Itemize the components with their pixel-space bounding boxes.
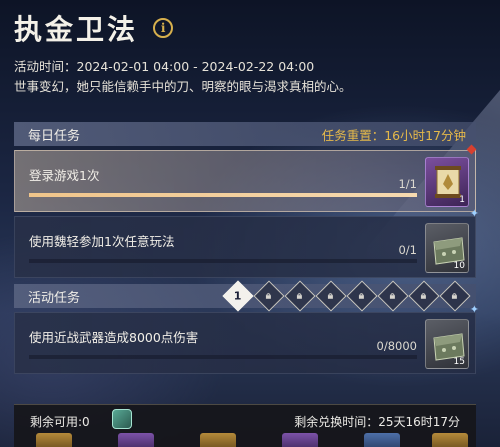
lock-icon: 🔒︎ [359,290,365,302]
shop-item[interactable] [118,433,154,447]
reset-timer: 任务重置：16小时17分钟 [321,127,466,143]
stage-locked[interactable]: 🔒︎ [377,280,409,312]
reward-item[interactable]: 1 [425,157,469,207]
daily-task-row[interactable]: 使用魏轻参加1次任意玩法 0/1 10 ✦ [14,207,479,278]
stage-locked[interactable]: 🔒︎ [284,280,316,312]
lock-icon: 🔒︎ [297,290,303,302]
daily-section-header: 每日任务 任务重置：16小时17分钟 [14,122,476,146]
stage-number: 1 [234,289,242,303]
task-name: 登录游戏1次 [29,168,100,183]
stage-track: 1 🔒︎ 🔒︎ 🔒︎ 🔒︎ 🔒︎ 🔒︎ 🔒︎ [222,280,471,312]
reward-count: 15 [453,357,465,367]
event-description: 世事变幻，她只能信赖手中的刀、明察的眼与渴求真相的心。 [14,79,352,94]
task-name: 使用近战武器造成8000点伤害 [29,330,199,345]
stage-locked[interactable]: 🔒︎ [315,280,347,312]
stage-locked[interactable]: 🔒︎ [346,280,378,312]
notification-dot [466,144,477,155]
daily-task-panel: 每日任务 任务重置：16小时17分钟 登录游戏1次 1/1 1 使用魏轻参加1次… [14,122,479,278]
progress-bar [29,259,417,263]
remaining-currency: 剩余可用:0 [30,415,90,429]
info-icon[interactable]: i [153,18,174,38]
reward-item[interactable]: 15 [425,319,469,369]
event-task-panel: 活动任务 1 🔒︎ 🔒︎ 🔒︎ 🔒︎ 🔒︎ 🔒︎ 🔒︎ 使用近战武器造成8000点伤害 0/8… [14,280,479,374]
task-progress-text: 1/1 [398,177,417,191]
page-title: 执金卫法 [14,13,139,46]
progress-bar [29,193,417,197]
event-section-title: 活动任务 [28,290,81,306]
stage-locked[interactable]: 🔒︎ [253,280,285,312]
reward-count: 10 [453,261,465,271]
task-name: 使用魏轻参加1次任意玩法 [29,234,175,249]
lock-icon: 🔒︎ [328,290,334,302]
exchange-bar: 剩余可用:0 剩余兑换时间：25天16时17分 [14,404,476,447]
shop-item[interactable] [282,433,318,447]
stage-locked[interactable]: 🔒︎ [408,280,440,312]
daily-section-title: 每日任务 [28,128,81,144]
butterfly-icon: ✦ [469,303,479,316]
reward-count: 1 [459,195,465,205]
reward-item[interactable]: 10 [425,223,469,273]
exchange-time-remaining: 剩余兑换时间：25天16时17分 [294,415,460,429]
butterfly-icon: ✦ [469,207,479,220]
event-task-row[interactable]: 使用近战武器造成8000点伤害 0/8000 15 ✦ [14,303,479,374]
shop-item[interactable] [200,433,236,447]
stage-locked[interactable]: 🔒︎ [439,280,471,312]
jade-token-icon [112,409,132,429]
stage-current[interactable]: 1 [222,280,254,312]
event-section-header: 活动任务 1 🔒︎ 🔒︎ 🔒︎ 🔒︎ 🔒︎ 🔒︎ 🔒︎ [14,280,476,312]
daily-task-row[interactable]: 登录游戏1次 1/1 1 [14,144,477,212]
shop-item[interactable] [364,433,400,447]
progress-bar [29,355,417,359]
event-time: 活动时间：2024-02-01 04:00 - 2024-02-22 04:00 [14,59,315,74]
event-header: 执金卫法 i [14,8,174,48]
progress-bar-fill [29,193,417,197]
lock-icon: 🔒︎ [390,290,396,302]
lock-icon: 🔒︎ [421,290,427,302]
task-progress-text: 0/1 [398,243,417,257]
shop-item[interactable] [432,433,468,447]
task-progress-text: 0/8000 [376,339,417,353]
lock-icon: 🔒︎ [266,290,272,302]
lock-icon: 🔒︎ [452,290,458,302]
shop-item[interactable] [36,433,72,447]
